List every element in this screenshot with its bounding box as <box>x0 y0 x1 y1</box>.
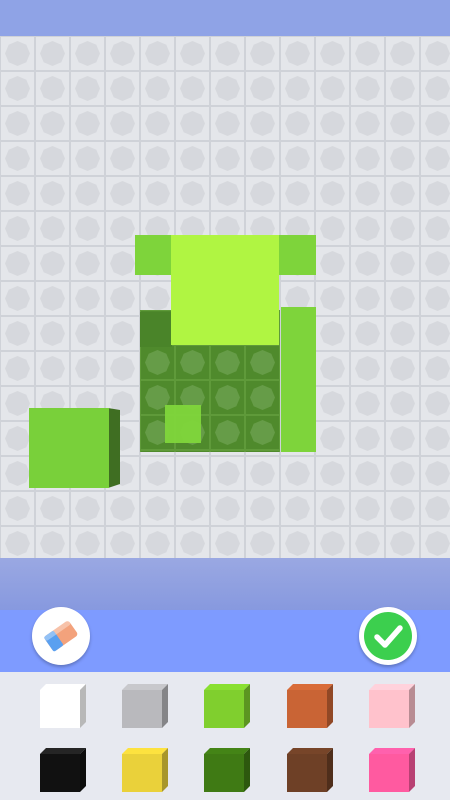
building-board[interactable] <box>0 36 450 558</box>
light-green-block <box>171 235 279 345</box>
small-cube <box>165 405 201 443</box>
left-ear-block <box>135 235 171 275</box>
color-swatch-light-pink[interactable] <box>369 684 421 730</box>
color-swatch-brown[interactable] <box>287 748 339 794</box>
color-swatch-pink[interactable] <box>369 748 421 794</box>
right-ear-block <box>279 235 316 275</box>
color-swatch-yellow[interactable] <box>122 748 174 794</box>
left-cube-side <box>108 408 120 488</box>
checkmark-icon <box>364 612 412 660</box>
color-swatch-orange-brown[interactable] <box>287 684 339 730</box>
board-canvas[interactable] <box>0 36 450 558</box>
board-bottom-edge <box>0 558 450 610</box>
color-palette <box>0 672 450 800</box>
left-cube <box>29 408 109 488</box>
color-swatch-lime-green[interactable] <box>204 684 256 730</box>
color-swatch-dark-green[interactable] <box>204 748 256 794</box>
confirm-button[interactable] <box>359 607 417 665</box>
top-bar <box>0 0 450 36</box>
color-swatch-white[interactable] <box>40 684 92 730</box>
color-swatch-gray[interactable] <box>122 684 174 730</box>
eraser-button[interactable] <box>32 607 90 665</box>
right-bar-block <box>281 307 316 452</box>
eraser-icon <box>44 620 78 652</box>
color-swatch-black[interactable] <box>40 748 92 794</box>
dark-green-base-top-row <box>140 312 172 347</box>
